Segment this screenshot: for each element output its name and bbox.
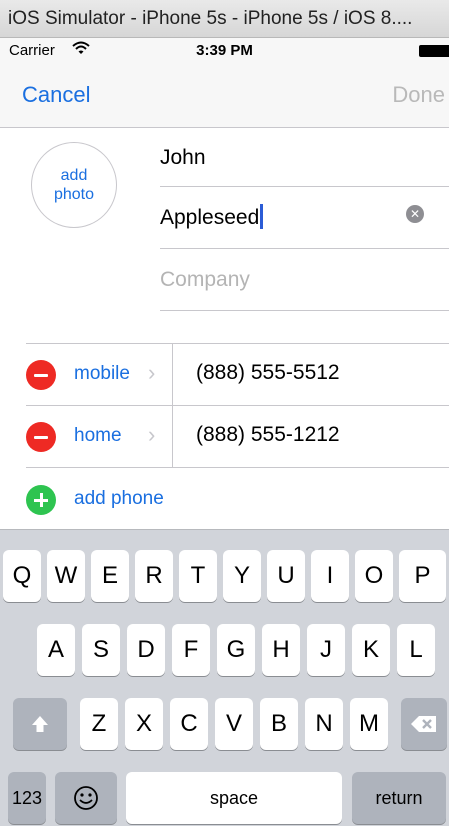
clear-text-icon[interactable]: ✕ [406, 205, 424, 223]
key-j[interactable]: J [307, 624, 345, 676]
phone-row: mobile › (888) 555-5512 [0, 344, 449, 406]
key-q[interactable]: Q [3, 550, 41, 602]
vertical-divider [172, 344, 173, 406]
phone-label-home[interactable]: home [74, 425, 122, 447]
key-r[interactable]: R [135, 550, 173, 602]
status-time: 3:39 PM [196, 42, 253, 59]
keyboard: Q W E R T Y U I O P A S D F G H J K L Z … [0, 529, 449, 826]
key-b[interactable]: B [260, 698, 298, 750]
company-field[interactable]: Company [160, 250, 449, 310]
cancel-button[interactable]: Cancel [22, 82, 90, 108]
text-cursor [260, 204, 264, 229]
simulator-window-title: iOS Simulator - iPhone 5s - iPhone 5s / … [0, 0, 449, 38]
delete-phone-icon[interactable] [26, 422, 56, 452]
phone-number-field[interactable]: (888) 555-5512 [196, 361, 340, 385]
key-z[interactable]: Z [80, 698, 118, 750]
key-h[interactable]: H [262, 624, 300, 676]
status-bar: Carrier 3:39 PM [0, 38, 449, 66]
key-k[interactable]: K [352, 624, 390, 676]
add-photo-label: add photo [53, 167, 95, 203]
return-key[interactable]: return [352, 772, 446, 824]
key-u[interactable]: U [267, 550, 305, 602]
battery-icon [419, 45, 449, 57]
shift-arrow-icon [32, 716, 48, 732]
key-i[interactable]: I [311, 550, 349, 602]
key-e[interactable]: E [91, 550, 129, 602]
chevron-right-icon: › [148, 422, 156, 447]
navigation-bar: Cancel Done [0, 66, 449, 128]
key-x[interactable]: X [125, 698, 163, 750]
key-g[interactable]: G [217, 624, 255, 676]
phone-row: home › (888) 555-1212 [0, 406, 449, 468]
phone-number-field[interactable]: (888) 555-1212 [196, 423, 340, 447]
vertical-divider [172, 406, 173, 468]
key-t[interactable]: T [179, 550, 217, 602]
key-s[interactable]: S [82, 624, 120, 676]
space-key[interactable]: space [126, 772, 342, 824]
key-p[interactable]: P [399, 550, 446, 602]
key-w[interactable]: W [47, 550, 85, 602]
add-photo-button[interactable]: add photo [31, 142, 117, 228]
key-f[interactable]: F [172, 624, 210, 676]
key-v[interactable]: V [215, 698, 253, 750]
separator [160, 310, 449, 311]
first-name-field[interactable]: John [160, 128, 449, 188]
key-d[interactable]: D [127, 624, 165, 676]
key-m[interactable]: M [350, 698, 388, 750]
delete-phone-icon[interactable] [26, 360, 56, 390]
last-name-value: Appleseed [160, 206, 260, 229]
add-phone-icon[interactable] [26, 485, 56, 515]
add-phone-button[interactable]: add phone [74, 488, 164, 510]
last-name-field[interactable]: Appleseed [160, 188, 449, 248]
done-button[interactable]: Done [392, 82, 445, 108]
separator [160, 186, 449, 187]
delete-key[interactable] [401, 698, 447, 750]
emoji-icon [74, 786, 98, 810]
first-name-value: John [160, 146, 206, 169]
phone-label-mobile[interactable]: mobile [74, 363, 130, 385]
key-l[interactable]: L [397, 624, 435, 676]
separator [26, 467, 449, 468]
separator [160, 248, 449, 249]
numbers-key[interactable]: 123 [8, 772, 46, 824]
key-n[interactable]: N [305, 698, 343, 750]
company-placeholder: Company [160, 268, 250, 291]
key-c[interactable]: C [170, 698, 208, 750]
shift-key[interactable] [13, 698, 67, 750]
backspace-icon [411, 716, 436, 732]
key-y[interactable]: Y [223, 550, 261, 602]
key-o[interactable]: O [355, 550, 393, 602]
key-a[interactable]: A [37, 624, 75, 676]
emoji-key[interactable] [55, 772, 117, 824]
chevron-right-icon: › [148, 360, 156, 385]
